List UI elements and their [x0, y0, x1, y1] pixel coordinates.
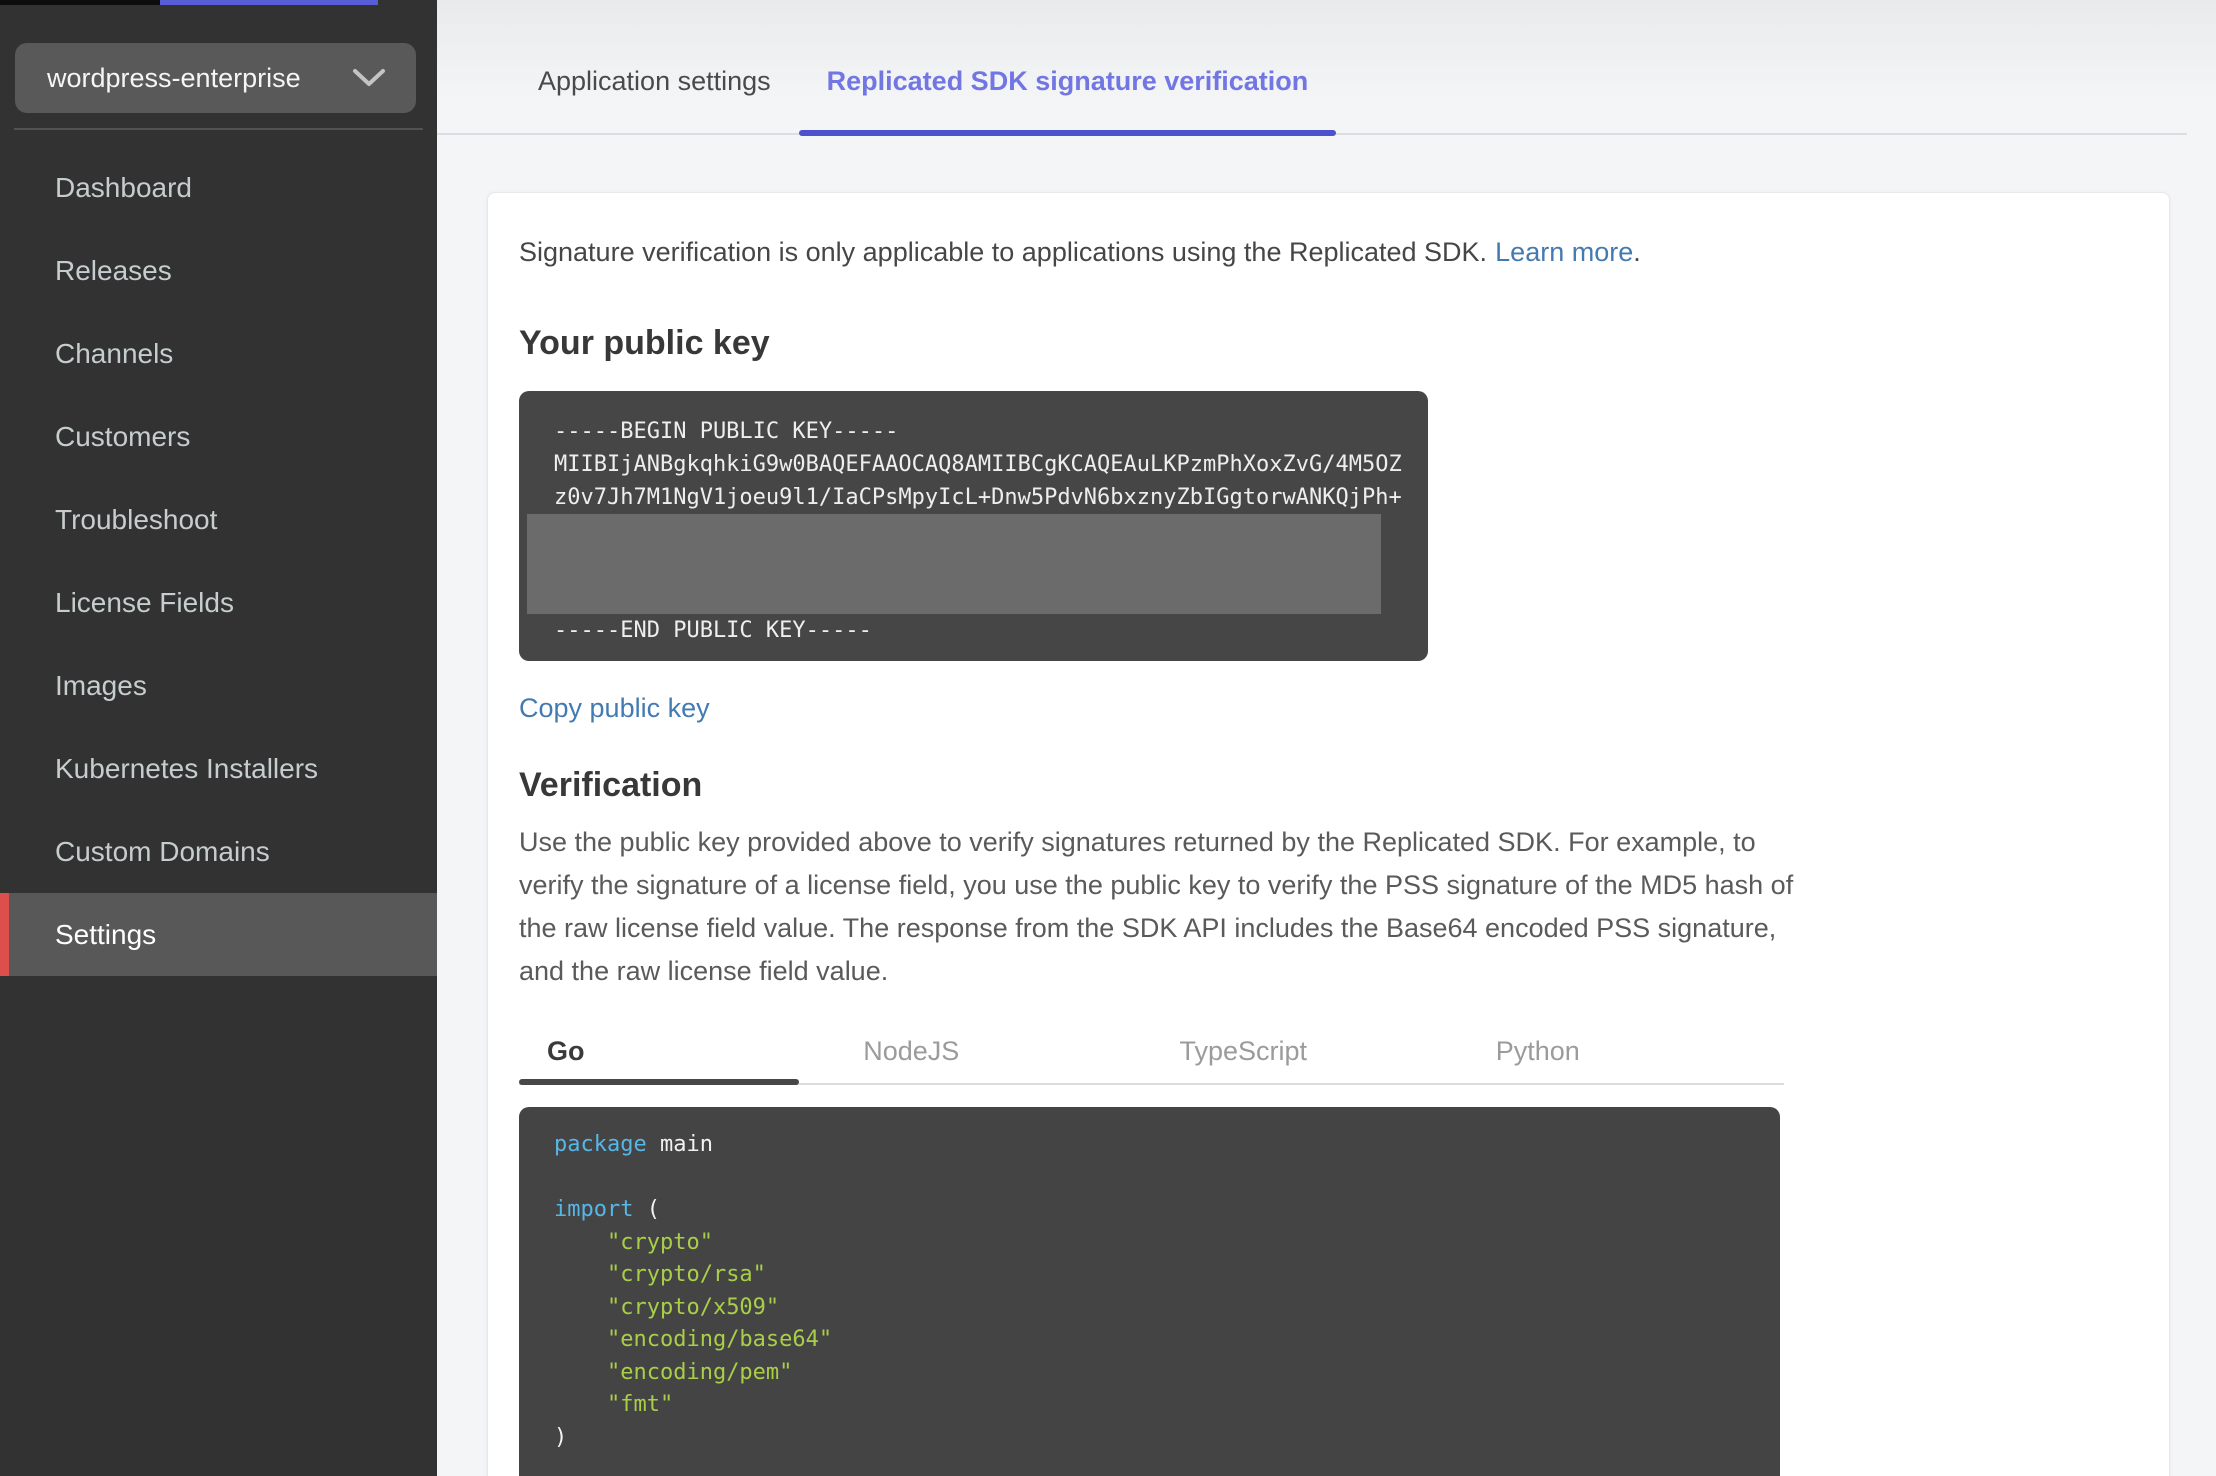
pem-block: -----BEGIN PUBLIC KEY----- MIIBIjANBgkqhk… — [519, 391, 1428, 661]
intro-before-link: Signature verification is only applicabl… — [519, 237, 1488, 267]
sidebar-item-troubleshoot[interactable]: Troubleshoot — [0, 478, 437, 561]
sidebar-item-custom-domains[interactable]: Custom Domains — [0, 810, 437, 893]
sidebar-item-dashboard[interactable]: Dashboard — [0, 146, 437, 229]
sidebar-nav: Dashboard Releases Channels Customers Troubl… — [0, 146, 437, 976]
sidebar-item-releases[interactable]: Releases — [0, 229, 437, 312]
settings-card: Signature verification is only applicabl… — [487, 192, 2170, 1476]
header-tabs: Application settings Replicated SDK signa… — [437, 0, 2187, 136]
main-content: Application settings Replicated SDK signa… — [437, 0, 2216, 1476]
go-code-block: package main import ( "crypto" "crypto/r… — [519, 1107, 1780, 1476]
tab-replicated-sdk-signature-verification[interactable]: Replicated SDK signature verification — [798, 29, 1337, 136]
redacted-key-region — [527, 514, 1381, 614]
go-code-line: "fmt" — [606, 1392, 674, 1417]
pem-line-end: -----END PUBLIC KEY----- — [554, 618, 872, 643]
sidebar-item-settings[interactable]: Settings — [0, 893, 437, 976]
top-strip-indigo-segment — [160, 0, 378, 5]
learn-more-link[interactable]: Learn more — [1495, 237, 1633, 267]
chevron-down-icon — [352, 68, 386, 88]
verification-description: Use the public key provided above to ver… — [519, 827, 1794, 986]
intro-text: Signature verification is only applicabl… — [519, 237, 2135, 268]
go-code-line: "crypto/x509" — [606, 1294, 780, 1320]
language-tabs: Go NodeJS TypeScript Python — [519, 1019, 1784, 1085]
language-tab-go[interactable]: Go — [519, 1019, 835, 1085]
go-code-line: "crypto" — [606, 1229, 713, 1255]
go-code-line: import ( — [554, 1197, 660, 1222]
language-tab-typescript[interactable]: TypeScript — [1152, 1019, 1468, 1083]
sidebar: wordpress-enterprise Dashboard Releases Ch… — [0, 0, 437, 1476]
pem-line: z0v7Jh7M1NgV1joeu9l1/IaCPsMpyIcL+Dnw5Pdv… — [554, 485, 1402, 510]
sidebar-item-license-fields[interactable]: License Fields — [0, 561, 437, 644]
top-strip-black-segment — [0, 0, 160, 5]
go-code-line: "encoding/pem" — [606, 1359, 793, 1385]
go-code-line — [554, 1162, 1745, 1195]
sidebar-item-images[interactable]: Images — [0, 644, 437, 727]
app-selector-label: wordpress-enterprise — [47, 62, 301, 93]
sidebar-divider — [14, 128, 423, 130]
pem-line: MIIBIjANBgkqhkiG9w0BAQEFAAOCAQ8AMIIBCgKC… — [554, 452, 1402, 477]
sidebar-item-kubernetes-installers[interactable]: Kubernetes Installers — [0, 727, 437, 810]
sidebar-item-customers[interactable]: Customers — [0, 395, 437, 478]
pem-line: -----BEGIN PUBLIC KEY----- — [554, 419, 899, 444]
public-key-heading: Your public key — [519, 324, 770, 362]
copy-public-key-link[interactable]: Copy public key — [519, 693, 710, 724]
top-accent-strip — [0, 0, 2216, 5]
go-code-line: ) — [554, 1424, 568, 1450]
app-selector-dropdown[interactable]: wordpress-enterprise — [15, 43, 416, 113]
go-code-line: package main — [554, 1132, 713, 1157]
tab-application-settings[interactable]: Application settings — [510, 29, 799, 134]
sidebar-item-channels[interactable]: Channels — [0, 312, 437, 395]
language-tab-python[interactable]: Python — [1468, 1019, 1784, 1083]
language-tab-nodejs[interactable]: NodeJS — [835, 1019, 1151, 1083]
go-code-line: "crypto/rsa" — [606, 1262, 766, 1287]
go-code-line: "encoding/base64" — [606, 1327, 833, 1352]
intro-after-link: . — [1633, 237, 1641, 267]
verification-heading: Verification — [519, 766, 703, 804]
